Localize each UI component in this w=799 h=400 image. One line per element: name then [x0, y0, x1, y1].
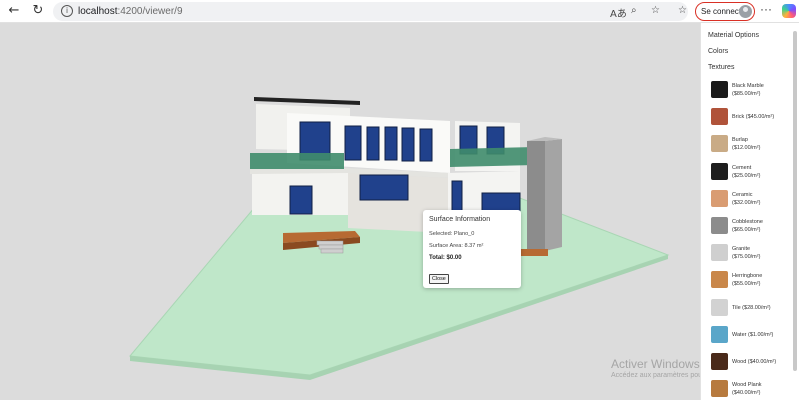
reload-icon[interactable]: ↻	[30, 3, 46, 19]
texture-price: ($75.00/m²)	[732, 254, 761, 261]
texture-swatch[interactable]	[711, 135, 728, 153]
browser-toolbar: ← ↻ i localhost:4200/viewer/9 Aあ ⌕ ☆ ☆ S…	[0, 0, 799, 23]
popup-title: Surface Information	[429, 216, 491, 223]
texture-name: Wood ($40.00/m²)	[732, 359, 777, 365]
material-options-panel: Material Options Colors Textures Black M…	[700, 23, 799, 400]
house-scene	[129, 97, 670, 380]
textures-section[interactable]: Textures	[708, 64, 734, 71]
texture-swatch[interactable]	[711, 189, 728, 207]
texture-name: Cement	[732, 164, 752, 171]
texture-swatch[interactable]	[711, 244, 728, 262]
texture-item[interactable]: Burlap ($12.00/m²)	[711, 134, 789, 156]
texture-item[interactable]: Cobblestone ($65.00/m²)	[711, 216, 789, 238]
texture-name: Water ($1.00/m²)	[732, 331, 774, 338]
texture-label: Cement ($25.00/m²)	[732, 164, 788, 180]
favorite-star-icon[interactable]: ☆	[651, 5, 660, 16]
texture-swatch[interactable]	[711, 353, 728, 370]
texture-item[interactable]: Granite ($75.00/m²)	[711, 243, 789, 265]
texture-name: Black Marble	[732, 83, 764, 89]
favorites-bar-icon[interactable]: ☆	[678, 5, 687, 16]
texture-price: ($55.00/m²)	[732, 281, 761, 288]
windows-activation-title: Activer Windows	[611, 357, 700, 371]
texture-name: Cobblestone	[732, 219, 763, 225]
texture-name: Ceramic	[732, 191, 753, 198]
read-aloud-icon[interactable]: Aあ	[610, 5, 627, 20]
more-menu-icon[interactable]: ···	[760, 2, 772, 16]
texture-label: Granite ($75.00/m²)	[732, 245, 788, 261]
zoom-icon[interactable]: ⌕	[631, 5, 637, 16]
ground-left-door	[289, 185, 313, 215]
texture-swatch[interactable]	[711, 325, 728, 343]
panel-title: Material Options	[708, 32, 759, 39]
texture-price: ($85.00/m²)	[732, 91, 761, 97]
texture-swatch[interactable]	[711, 271, 728, 289]
texture-item[interactable]: Brick ($45.00/m²)	[711, 107, 789, 129]
texture-name: Granite	[732, 246, 751, 253]
texture-name: Brick ($45.00/m²)	[732, 114, 775, 121]
close-button[interactable]: Close	[429, 274, 449, 284]
selected-surface-text: Selected: Plano_0	[429, 231, 475, 237]
right-balcony-glass	[450, 147, 536, 167]
url-path: :4200/viewer/9	[117, 6, 183, 17]
back-arrow-icon[interactable]: ←	[6, 3, 22, 19]
texture-price: ($32.00/m²)	[732, 199, 761, 206]
texture-label: Ceramic ($32.00/m²)	[732, 191, 788, 207]
steps	[316, 240, 344, 254]
texture-swatch[interactable]	[711, 108, 728, 126]
texture-swatch[interactable]	[711, 298, 728, 316]
site-info-icon[interactable]: i	[61, 5, 73, 17]
url-host: localhost	[78, 6, 118, 17]
texture-label: Wood Plank ($40.00/m²)	[732, 381, 788, 397]
avatar-icon	[739, 5, 752, 18]
surface-area-text: Surface Area: 8.37 m²	[429, 243, 484, 249]
ground-right-door	[451, 180, 463, 214]
ground-middle-window	[359, 174, 409, 201]
left-balcony-glass	[250, 153, 344, 169]
total-cost-text: Total: $0.00	[429, 255, 462, 261]
texture-swatch[interactable]	[711, 162, 728, 180]
texture-name: Wood Plank	[732, 382, 762, 389]
colors-section[interactable]: Colors	[708, 48, 728, 55]
address-bar[interactable]: i localhost:4200/viewer/9 Aあ ⌕ ☆	[53, 2, 688, 21]
texture-name: Burlap	[732, 137, 748, 144]
surface-info-popup: Surface Information Selected: Plano_0 Su…	[423, 210, 521, 288]
texture-item[interactable]: Ceramic ($32.00/m²)	[711, 189, 789, 211]
texture-price: ($65.00/m²)	[732, 227, 761, 233]
texture-item[interactable]: Black Marble ($85.00/m²)	[711, 80, 789, 102]
texture-label: Tile ($28.00/m²)	[732, 304, 788, 312]
texture-price: ($40.00/m²)	[732, 390, 761, 397]
texture-swatch[interactable]	[711, 380, 728, 398]
texture-swatch[interactable]	[711, 81, 728, 98]
tower-front	[527, 141, 545, 255]
signin-button[interactable]: Se connecter	[695, 2, 755, 21]
texture-item[interactable]: Tile ($28.00/m²)	[711, 298, 789, 320]
copilot-icon[interactable]	[782, 4, 796, 18]
texture-price: ($12.00/m²)	[732, 145, 761, 152]
texture-label: Wood ($40.00/m²)	[732, 358, 788, 366]
texture-swatch[interactable]	[711, 217, 728, 234]
texture-name: Tile ($28.00/m²)	[732, 304, 771, 311]
texture-item[interactable]: Wood ($40.00/m²)	[711, 352, 789, 374]
texture-price: ($25.00/m²)	[732, 172, 761, 179]
texture-item[interactable]: Cement ($25.00/m²)	[711, 162, 789, 184]
texture-label: Brick ($45.00/m²)	[732, 113, 788, 121]
right-deck	[520, 249, 548, 256]
tower-side	[545, 139, 562, 251]
upper-roof	[254, 97, 360, 105]
texture-label: Water ($1.00/m²)	[732, 331, 788, 339]
texture-item[interactable]: Wood Plank ($40.00/m²)	[711, 379, 789, 400]
texture-item[interactable]: Herringbone ($55.00/m²)	[711, 270, 789, 292]
texture-label: Burlap ($12.00/m²)	[732, 136, 788, 152]
panel-scrollbar[interactable]	[793, 31, 797, 371]
texture-label: Cobblestone ($65.00/m²)	[732, 218, 788, 234]
texture-item[interactable]: Water ($1.00/m²)	[711, 325, 789, 347]
texture-name: Herringbone	[732, 273, 763, 280]
texture-label: Black Marble ($85.00/m²)	[732, 82, 788, 98]
url-text[interactable]: localhost:4200/viewer/9	[78, 6, 183, 17]
texture-label: Herringbone ($55.00/m²)	[732, 272, 788, 288]
3d-viewport[interactable]: Surface Information Selected: Plano_0 Su…	[0, 23, 700, 400]
